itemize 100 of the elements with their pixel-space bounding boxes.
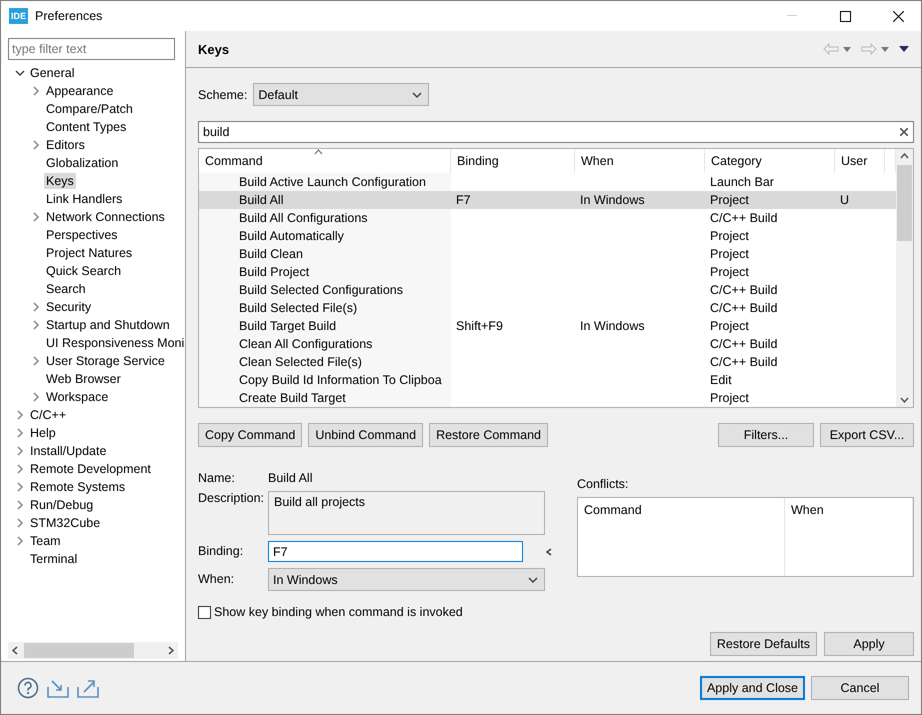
collapse-icon[interactable]	[15, 69, 25, 77]
table-cell[interactable]: Copy Build Id Information To Clipboa	[199, 371, 451, 389]
table-cell[interactable]: Project	[705, 245, 835, 263]
table-cell[interactable]: Build Selected Configurations	[199, 281, 451, 299]
expand-icon[interactable]	[16, 500, 24, 510]
tree-item[interactable]: Team	[28, 533, 63, 549]
table-cell[interactable]: Build Project	[199, 263, 451, 281]
tree-item[interactable]: Search	[44, 281, 88, 297]
menu-icon[interactable]	[899, 46, 909, 52]
tree-item[interactable]: Quick Search	[44, 263, 124, 279]
expand-icon[interactable]	[16, 410, 24, 420]
help-icon[interactable]	[17, 677, 39, 699]
binding-field[interactable]: F7	[268, 541, 523, 562]
expand-icon[interactable]	[16, 464, 24, 474]
table-cell[interactable]: C/C++ Build	[705, 281, 835, 299]
tree-item[interactable]: Content Types	[44, 119, 128, 135]
expand-icon[interactable]	[16, 482, 24, 492]
column-header[interactable]: Binding	[451, 149, 575, 173]
table-cell[interactable]: Shift+F9	[451, 317, 575, 335]
tree-item[interactable]: Terminal	[28, 551, 80, 567]
tree-item[interactable]: Remote Systems	[28, 479, 128, 495]
table-cell[interactable]: Project	[705, 317, 835, 335]
table-cell[interactable]: Project	[705, 263, 835, 281]
table-cell[interactable]: Project	[705, 389, 835, 407]
filter-field[interactable]: type filter text	[8, 38, 175, 60]
expand-icon[interactable]	[32, 140, 40, 150]
tree-item[interactable]: Project Natures	[44, 245, 134, 261]
tree-item[interactable]: Perspectives	[44, 227, 120, 243]
table-cell[interactable]: In Windows	[575, 317, 705, 335]
command-button[interactable]: Restore Command	[429, 423, 548, 447]
dialog-button[interactable]: Cancel	[811, 676, 909, 700]
tree-item[interactable]: Remote Development	[28, 461, 153, 477]
tree-item[interactable]: Editors	[44, 137, 87, 153]
page-button[interactable]: Restore Defaults	[710, 632, 817, 656]
table-cell[interactable]: Launch Bar	[705, 173, 835, 191]
table-cell[interactable]: Build Clean	[199, 245, 451, 263]
table-cell[interactable]: In Windows	[575, 191, 705, 209]
expand-icon[interactable]	[16, 446, 24, 456]
caret-icon[interactable]	[545, 547, 553, 557]
column-header[interactable]: User	[835, 149, 885, 173]
table-cell[interactable]: Build Active Launch Configuration	[199, 173, 451, 191]
tree-item[interactable]: Startup and Shutdown	[44, 317, 172, 333]
expand-icon[interactable]	[32, 392, 40, 402]
tree-item[interactable]: Appearance	[44, 83, 116, 99]
expand-icon[interactable]	[32, 302, 40, 312]
table-cell[interactable]: Create Build Target	[199, 389, 451, 407]
table-cell[interactable]: Build All Configurations	[199, 209, 451, 227]
table-cell[interactable]: C/C++ Build	[705, 299, 835, 317]
column-header[interactable]: Category	[705, 149, 835, 173]
tree-item[interactable]: UI Responsiveness Moni	[44, 335, 185, 351]
command-button[interactable]: Unbind Command	[308, 423, 424, 447]
expand-icon[interactable]	[32, 320, 40, 330]
dropdown-icon[interactable]	[881, 46, 889, 52]
table-cell[interactable]: C/C++ Build	[705, 353, 835, 371]
scroll-right-icon[interactable]	[168, 646, 174, 655]
checkbox-label[interactable]: Show key binding when command is invoked	[214, 605, 463, 619]
table-cell[interactable]: Build Selected File(s)	[199, 299, 451, 317]
tree-item[interactable]: Web Browser	[44, 371, 123, 387]
clear-icon[interactable]	[900, 128, 908, 136]
tree-item[interactable]: STM32Cube	[28, 515, 102, 531]
tree-item[interactable]: Help	[28, 425, 58, 441]
search-field[interactable]: build	[198, 121, 914, 143]
table-cell[interactable]: C/C++ Build	[705, 209, 835, 227]
close-icon[interactable]	[892, 10, 904, 22]
table-cell[interactable]: Build Automatically	[199, 227, 451, 245]
scheme-dropdown[interactable]: Default	[253, 83, 430, 106]
expand-icon[interactable]	[16, 518, 24, 528]
tree-item[interactable]: Install/Update	[28, 443, 108, 459]
tree-item[interactable]: Workspace	[44, 389, 110, 405]
table-cell[interactable]: Edit	[705, 371, 835, 389]
expand-icon[interactable]	[16, 428, 24, 438]
tree-item[interactable]: User Storage Service	[44, 353, 167, 369]
column-header[interactable]: When	[575, 149, 705, 173]
tree-item[interactable]: Link Handlers	[44, 191, 124, 207]
import-icon[interactable]	[47, 678, 69, 698]
expand-icon[interactable]	[16, 536, 24, 546]
export-icon[interactable]	[77, 678, 99, 698]
table-cell[interactable]: U	[835, 191, 885, 209]
maximize-icon[interactable]	[840, 10, 850, 22]
table-cell[interactable]: Clean All Configurations	[199, 335, 451, 353]
page-button[interactable]: Apply	[824, 632, 914, 656]
tree-item[interactable]: Compare/Patch	[44, 101, 135, 117]
command-button[interactable]: Copy Command	[198, 423, 302, 447]
expand-icon[interactable]	[32, 356, 40, 366]
table-cell[interactable]: Project	[705, 227, 835, 245]
tree-item[interactable]: Keys	[44, 173, 76, 189]
table-cell[interactable]: Build All	[199, 191, 451, 209]
dialog-button[interactable]: Apply and Close	[700, 676, 805, 700]
column-header[interactable]: Command	[578, 498, 785, 576]
tree-item[interactable]: C/C++	[28, 407, 68, 423]
horizontal-scrollbar[interactable]	[8, 642, 178, 659]
table-cell[interactable]: Project	[705, 191, 835, 209]
table-cell[interactable]: F7	[451, 191, 575, 209]
expand-icon[interactable]	[32, 212, 40, 222]
expand-icon[interactable]	[32, 86, 40, 96]
when-dropdown[interactable]: In Windows	[268, 568, 545, 591]
action-button[interactable]: Export CSV...	[820, 423, 914, 447]
scroll-left-icon[interactable]	[12, 646, 18, 655]
dropdown-icon[interactable]	[843, 46, 851, 52]
table-cell[interactable]: Build Target Build	[199, 317, 451, 335]
